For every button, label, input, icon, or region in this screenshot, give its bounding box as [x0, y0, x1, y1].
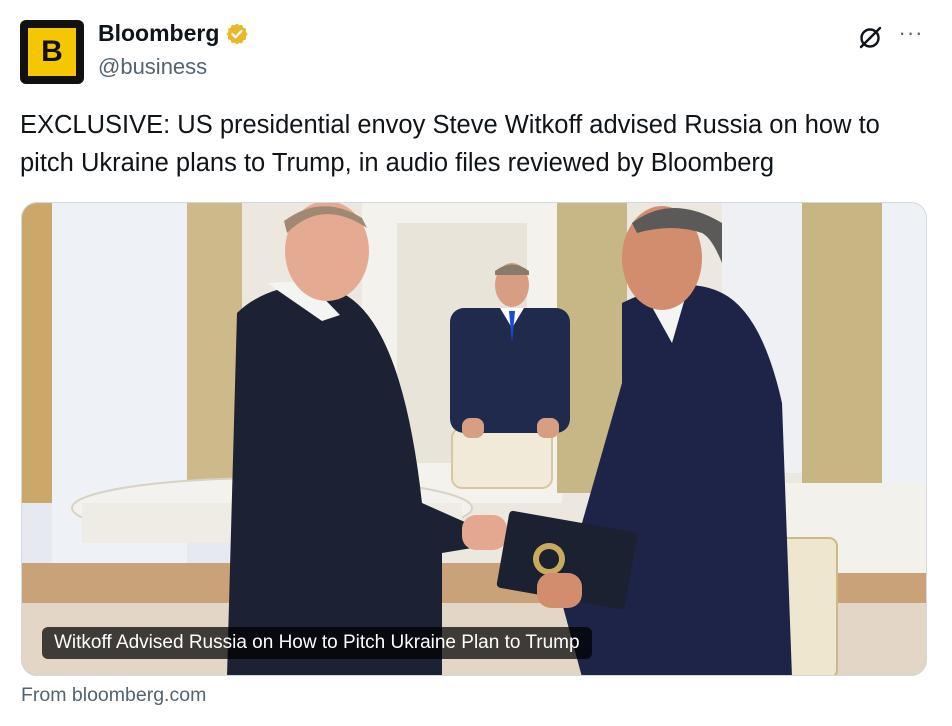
card-source-link[interactable]: From bloomberg.com	[21, 684, 206, 707]
tweet-header: B Bloomberg @business ···	[20, 18, 932, 86]
more-icon[interactable]: ···	[896, 22, 926, 50]
tweet-text: EXCLUSIVE: US presidential envoy Steve W…	[20, 111, 880, 177]
grok-icon[interactable]	[856, 24, 884, 52]
name-row: Bloomberg	[98, 20, 249, 47]
avatar[interactable]: B	[20, 20, 84, 84]
display-name[interactable]: Bloomberg	[98, 20, 219, 47]
bloomberg-logo: B	[28, 28, 76, 76]
card-title: Witkoff Advised Russia on How to Pitch U…	[42, 627, 592, 659]
article-photo	[22, 203, 926, 675]
link-card[interactable]: Witkoff Advised Russia on How to Pitch U…	[21, 202, 927, 676]
verified-badge-icon[interactable]	[225, 22, 249, 46]
account-handle[interactable]: @business	[98, 54, 207, 80]
